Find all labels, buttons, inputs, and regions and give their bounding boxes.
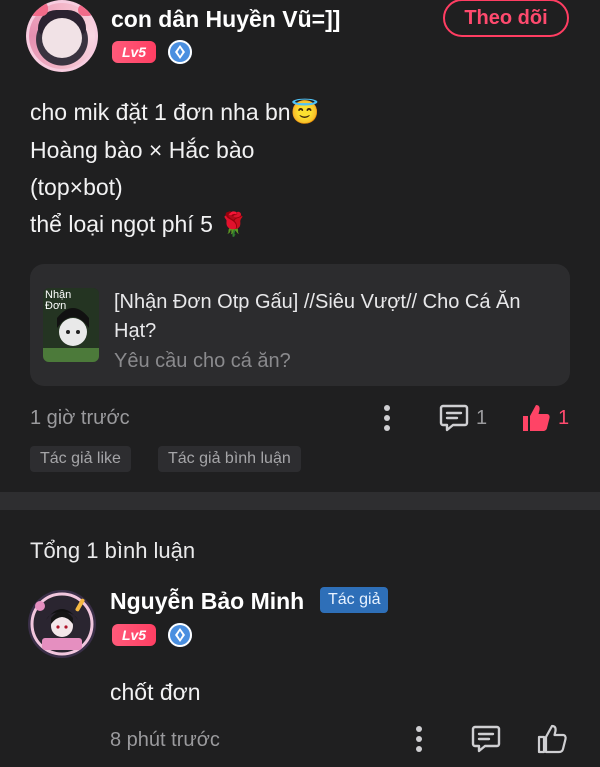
commenter-level-badge: Lv5 xyxy=(112,624,156,646)
like-count: 1 xyxy=(558,407,570,429)
post-author-name[interactable]: con dân Huyền Vũ=]] xyxy=(111,6,340,33)
commenter-avatar[interactable] xyxy=(28,590,96,658)
comment-icon[interactable] xyxy=(439,403,469,433)
tag-author-commented: Tác giả bình luận xyxy=(158,446,301,472)
comment-more-options-icon[interactable] xyxy=(412,723,426,755)
post-content-line-1: cho mik đặt 1 đơn nha bn😇 xyxy=(30,99,320,125)
halo-emoji-icon: 😇 xyxy=(290,99,320,125)
author-avatar[interactable] xyxy=(26,0,98,72)
tag-author-liked: Tác giả like xyxy=(30,446,131,472)
comment-time: 8 phút trước xyxy=(110,729,220,751)
comment-like-icon[interactable] xyxy=(536,723,568,755)
author-role-tag: Tác giả xyxy=(320,587,389,613)
post-content-line-4: thể loại ngọt phí 5 🌹 xyxy=(30,211,248,237)
linked-story-subtitle: Yêu cầu cho cá ăn? xyxy=(114,350,291,372)
linked-story-title[interactable]: [Nhận Đơn Otp Gấu] //Siêu Vượt// Cho Cá … xyxy=(114,288,560,346)
post-content-line-3: (top×bot) xyxy=(30,174,123,200)
post-content-line-2: Hoàng bào × Hắc bào xyxy=(30,137,255,163)
more-options-icon[interactable] xyxy=(380,402,394,434)
follow-button[interactable]: Theo dõi xyxy=(443,0,569,37)
thumbnail-caption: Nhận Đơn xyxy=(45,289,72,312)
reply-icon[interactable] xyxy=(471,724,501,754)
rose-emoji-icon: 🌹 xyxy=(219,211,248,237)
post-time: 1 giờ trước xyxy=(30,407,130,429)
linked-story-card[interactable]: Nhận Đơn [Nhận Đơn Otp Gấu] //Siêu Vượt/… xyxy=(30,264,570,386)
story-thumbnail: Nhận Đơn xyxy=(43,288,99,362)
section-divider xyxy=(0,492,600,510)
comment-text: chốt đơn xyxy=(110,679,201,705)
level-badge: Lv5 xyxy=(112,41,156,63)
comment-count: 1 xyxy=(476,407,488,429)
commenter-name[interactable]: Nguyễn Bảo Minh xyxy=(110,588,304,615)
verified-icon xyxy=(168,40,192,64)
like-icon[interactable] xyxy=(520,402,552,434)
commenter-verified-icon xyxy=(168,623,192,647)
comments-total-title: Tổng 1 bình luận xyxy=(30,538,196,563)
